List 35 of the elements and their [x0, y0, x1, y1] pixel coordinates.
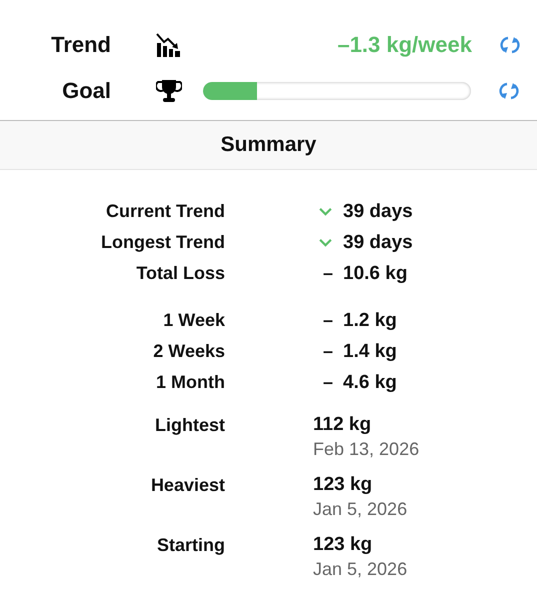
goal-label: Goal: [61, 78, 111, 104]
stat-value: 39 days: [343, 200, 413, 222]
chevron-down-icon: [318, 238, 333, 247]
record-value: 112 kg: [313, 414, 372, 436]
trend-label: Trend: [50, 32, 111, 58]
stat-value: 1.4 kg: [343, 340, 397, 362]
chevron-down-icon: [318, 207, 333, 216]
stat-label: Longest Trend: [100, 232, 225, 253]
stat-value: 39 days: [343, 232, 413, 254]
stat-label: 1 Month: [155, 372, 225, 393]
dash-sign: –: [322, 341, 333, 362]
dash-sign: –: [322, 263, 333, 284]
record-value: 123 kg: [313, 474, 374, 496]
record-label: Heaviest: [150, 474, 225, 496]
stat-value: 1.2 kg: [343, 310, 397, 332]
record-date: Jan 5, 2026: [313, 558, 408, 581]
record-date: Feb 13, 2026: [313, 438, 420, 461]
dash-sign: –: [322, 372, 333, 393]
record-label: Lightest: [154, 414, 225, 436]
stat-label: 2 Weeks: [152, 341, 225, 362]
stat-label: Current Trend: [104, 201, 225, 222]
record-value: 123 kg: [313, 534, 374, 556]
summary-title: Summary: [220, 133, 316, 157]
stat-label: 1 Week: [162, 310, 225, 331]
trend-value: –1.3 kg/week: [337, 32, 472, 58]
stat-value: 4.6 kg: [343, 372, 397, 394]
stat-label: Total Loss: [135, 263, 225, 284]
record-label: Starting: [156, 534, 225, 556]
record-date: Jan 5, 2026: [313, 498, 408, 521]
dash-sign: –: [322, 310, 333, 331]
refresh-icon[interactable]: [500, 35, 520, 55]
refresh-icon[interactable]: [499, 81, 519, 101]
chart-down-icon: [156, 33, 182, 57]
stat-value: 10.6 kg: [343, 262, 408, 284]
trophy-icon: [156, 79, 182, 103]
